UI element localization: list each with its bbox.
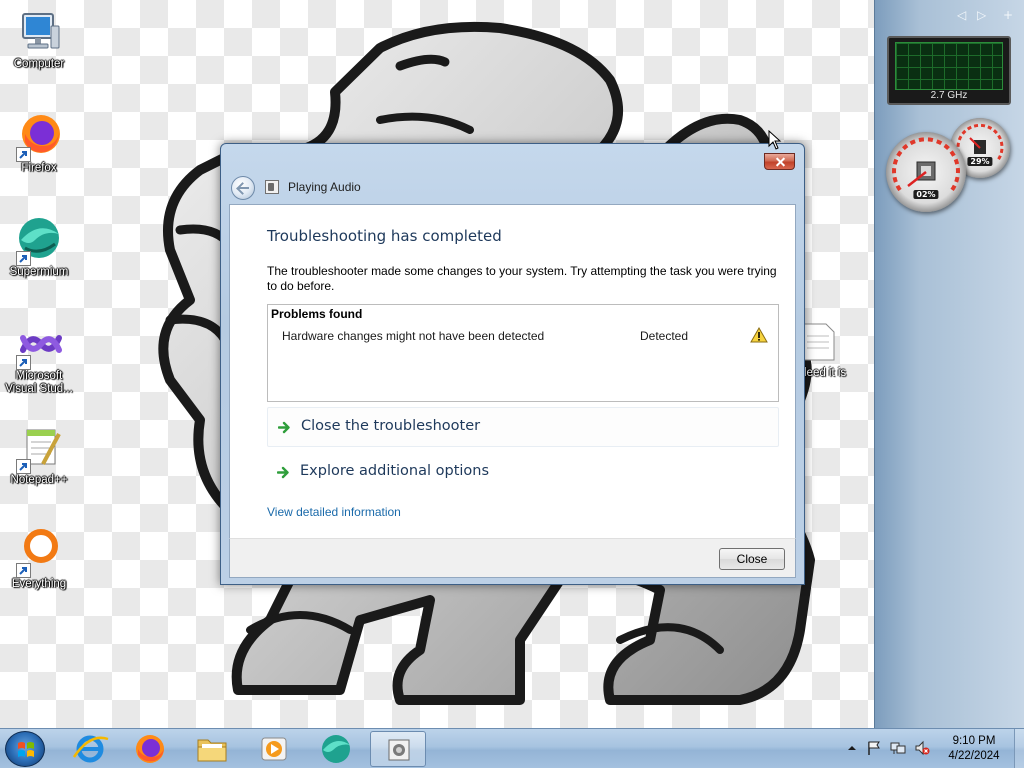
computer-icon: [15, 8, 63, 56]
problems-found-box: Problems found Hardware changes might no…: [267, 304, 779, 402]
problem-name: Hardware changes might not have been det…: [282, 329, 545, 343]
next-gadget-icon[interactable]: ▷: [977, 8, 986, 22]
taskbar-supermium[interactable]: [308, 731, 364, 767]
shortcut-arrow-icon: [16, 459, 31, 474]
taskbar-troubleshooter[interactable]: [370, 731, 426, 767]
mouse-cursor-icon: [768, 130, 782, 150]
green-arrow-icon: [278, 421, 290, 434]
taskbar-media-player[interactable]: [246, 731, 302, 767]
memory-usage: 29%: [967, 157, 993, 166]
add-gadget-icon[interactable]: +: [1003, 8, 1013, 22]
media-player-icon: [261, 737, 287, 761]
troubleshooter-icon: [265, 180, 279, 194]
desktop-icon-supermium[interactable]: Supermium: [0, 216, 78, 279]
taskbar-internet-explorer[interactable]: [62, 731, 118, 767]
cpu-gauge-gadget[interactable]: 02%: [886, 132, 966, 212]
desktop-icon-label: Notepad++: [10, 474, 68, 486]
taskbar-firefox[interactable]: [122, 731, 178, 767]
gadget-sidebar: ◁ ▷ +: [874, 0, 1024, 728]
cpu-graph-screen: [895, 42, 1003, 90]
back-button[interactable]: [231, 176, 255, 200]
action-center-flag-icon[interactable]: [866, 740, 882, 756]
shortcut-arrow-icon: [16, 251, 31, 266]
shortcut-arrow-icon: [16, 355, 31, 370]
taskbar: 9:10 PM 4/22/2024: [0, 728, 1024, 768]
problems-header: Problems found: [271, 307, 363, 321]
dialog-content: Troubleshooting has completed The troubl…: [229, 204, 796, 538]
taskbar-file-explorer[interactable]: [184, 731, 240, 767]
desktop-icon-label: Firefox: [21, 162, 57, 174]
cpu-gauge-dial: [892, 137, 960, 192]
close-troubleshooter-command[interactable]: Close the troubleshooter: [267, 407, 779, 447]
explore-options-command[interactable]: Explore additional options: [267, 453, 779, 493]
dialog-title: Playing Audio: [288, 180, 361, 194]
desktop-icon-label: Everything: [11, 578, 67, 590]
windows-logo-icon: [18, 742, 34, 757]
firefox-icon: [15, 112, 63, 162]
view-detailed-information-link[interactable]: View detailed information: [267, 505, 401, 519]
desktop-icon-everything[interactable]: Everything: [0, 528, 78, 591]
green-arrow-icon: [277, 466, 289, 479]
clock-date: 4/22/2024: [948, 750, 1000, 762]
shortcut-arrow-icon: [16, 563, 31, 578]
close-button[interactable]: Close: [719, 548, 785, 570]
cpu-usage: 02%: [913, 190, 939, 199]
start-button[interactable]: [5, 731, 45, 767]
show-hidden-icons-icon[interactable]: [844, 740, 860, 756]
visual-studio-icon: [15, 320, 63, 370]
dialog-footer: Close: [229, 538, 796, 578]
previous-gadget-icon[interactable]: ◁: [957, 8, 966, 22]
dialog-heading: Troubleshooting has completed: [267, 227, 502, 245]
desktop-icon-label: Microsoft Visual Stud...: [5, 370, 73, 395]
volume-muted-icon[interactable]: [914, 740, 930, 756]
dialog-description: The troubleshooter made some changes to …: [267, 264, 777, 293]
problem-status: Detected: [640, 329, 689, 343]
desktop-icon-label: Supermium: [9, 266, 69, 278]
desktop-icon-label: Computer: [13, 58, 65, 70]
taskbar-clock[interactable]: 9:10 PM 4/22/2024: [934, 734, 1014, 764]
text-file-icon: [801, 323, 835, 361]
command-label: Close the troubleshooter: [301, 418, 481, 434]
command-label: Explore additional options: [300, 463, 490, 479]
everything-search-icon: [15, 528, 63, 578]
internet-explorer-icon: [72, 735, 109, 763]
supermium-icon: [322, 735, 350, 763]
show-desktop-button[interactable]: [1014, 729, 1024, 768]
window-close-button[interactable]: [764, 153, 795, 170]
folder-icon: [197, 739, 227, 762]
desktop-icon-computer[interactable]: Computer: [0, 8, 78, 71]
troubleshooter-dialog: Playing Audio Troubleshooting has comple…: [220, 143, 805, 585]
troubleshooter-icon: [388, 739, 410, 761]
desktop-icon-visual-studio[interactable]: Microsoft Visual Stud...: [0, 320, 78, 396]
shortcut-arrow-icon: [16, 147, 31, 162]
supermium-icon: [15, 216, 63, 266]
desktop-icon-firefox[interactable]: Firefox: [0, 112, 78, 175]
network-icon[interactable]: [890, 740, 906, 756]
cpu-graph-gadget[interactable]: 2.7 GHz: [887, 36, 1011, 105]
desktop-icon-label: leed it is: [804, 367, 847, 379]
notepad-plus-plus-icon: [15, 424, 63, 474]
clock-time: 9:10 PM: [952, 735, 996, 747]
firefox-icon: [136, 735, 164, 763]
desktop-icon-notepad-plus-plus[interactable]: Notepad++: [0, 424, 78, 487]
desktop-icon-text-file[interactable]: leed it is: [800, 322, 850, 382]
cpu-frequency: 2.7 GHz: [930, 90, 968, 101]
warning-icon: [750, 327, 768, 343]
